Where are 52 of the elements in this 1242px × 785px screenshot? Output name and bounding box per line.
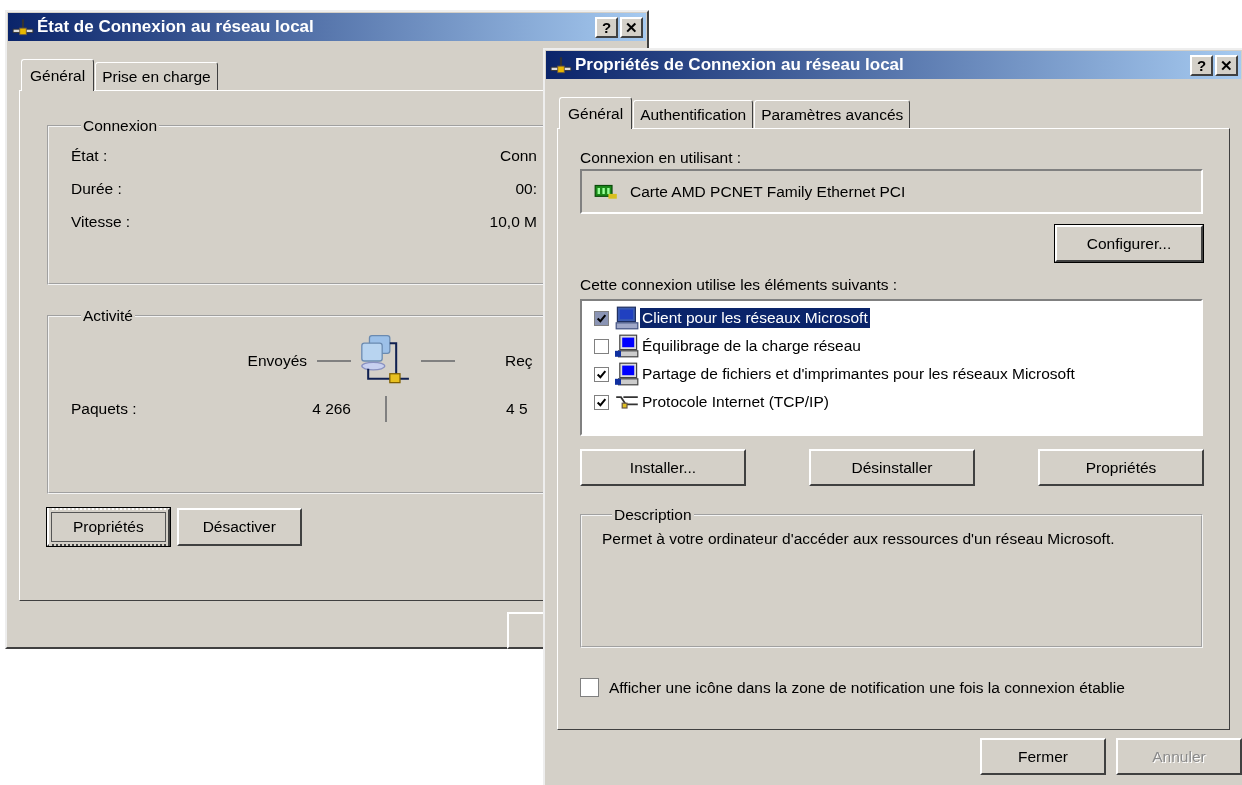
tab[interactable]: Général	[21, 59, 95, 91]
tab[interactable]: Authentification	[633, 100, 754, 128]
field-value: 4 266	[311, 400, 351, 418]
list-item[interactable]: Protocole Internet (TCP/IP)	[640, 392, 831, 412]
checkbox[interactable]	[594, 366, 609, 382]
tab[interactable]: Prise en charge	[95, 62, 218, 90]
network-icon	[550, 56, 572, 74]
install-button[interactable]: Installer...	[580, 449, 746, 486]
adapter-name: Carte AMD PCNET Family Ethernet PCI	[630, 182, 906, 201]
description-text: Permet à votre ordinateur d'accéder aux ressources d'un réseau Microsoft.	[602, 530, 1116, 548]
field-label: Vitesse :	[71, 212, 132, 231]
group-title: Connexion	[82, 117, 159, 135]
tab[interactable]: Paramètres avancés	[754, 100, 911, 128]
column-label: Reç	[505, 352, 533, 370]
field-value: 4 5	[506, 400, 528, 417]
field-label: Paquets :	[71, 400, 138, 418]
field-label: Durée :	[71, 179, 123, 198]
computer-icon	[615, 334, 639, 358]
list-item[interactable]: Partage de fichiers et d'imprimantes pour les réseaux Microsoft	[640, 364, 1077, 384]
checkbox[interactable]	[580, 678, 599, 697]
field-label: Connexion en utilisant :	[580, 149, 742, 168]
properties-button[interactable]: Propriétés	[1038, 449, 1204, 486]
checkbox-label: Afficher une icône dans la zone de notification une fois la connexion établie	[609, 678, 1125, 697]
list-item[interactable]: Équilibrage de la charge réseau	[640, 336, 863, 356]
uninstall-button[interactable]: Désinstaller	[809, 449, 975, 486]
field-label: Cette connexion utilise les éléments suivants :	[580, 276, 898, 295]
network-card-icon	[594, 183, 618, 200]
help-button[interactable]: ?	[1190, 54, 1213, 76]
computer-icon	[615, 306, 639, 330]
field-value: 10,0 M	[489, 212, 537, 231]
configure-button[interactable]: Configurer...	[1055, 225, 1203, 262]
window-title: Propriétés de Connexion au réseau local	[575, 55, 905, 75]
checkbox[interactable]	[594, 338, 609, 354]
properties-button[interactable]: Propriétés	[47, 508, 170, 546]
checkbox[interactable]	[594, 394, 609, 410]
field-value: Conn	[499, 146, 537, 165]
field-label: État :	[71, 146, 109, 165]
computer-icon	[615, 362, 639, 386]
group-title: Activité	[82, 307, 134, 325]
disable-button[interactable]: Désactiver	[176, 508, 302, 546]
close-dialog-button[interactable]: Fermer	[980, 738, 1106, 775]
close-button[interactable]: ✕	[620, 16, 643, 38]
column-label: Envoyés	[247, 352, 307, 370]
window-title: État de Connexion au réseau local	[37, 17, 315, 37]
close-button[interactable]: ✕	[1215, 54, 1238, 76]
tab[interactable]: Général	[559, 97, 633, 129]
field-value: 00:	[515, 179, 537, 198]
group-title: Description	[613, 506, 693, 524]
list-item[interactable]: Client pour les réseaux Microsoft	[640, 308, 870, 328]
checkbox[interactable]	[594, 310, 609, 326]
help-button[interactable]: ?	[595, 16, 618, 38]
network-icon	[12, 18, 34, 36]
